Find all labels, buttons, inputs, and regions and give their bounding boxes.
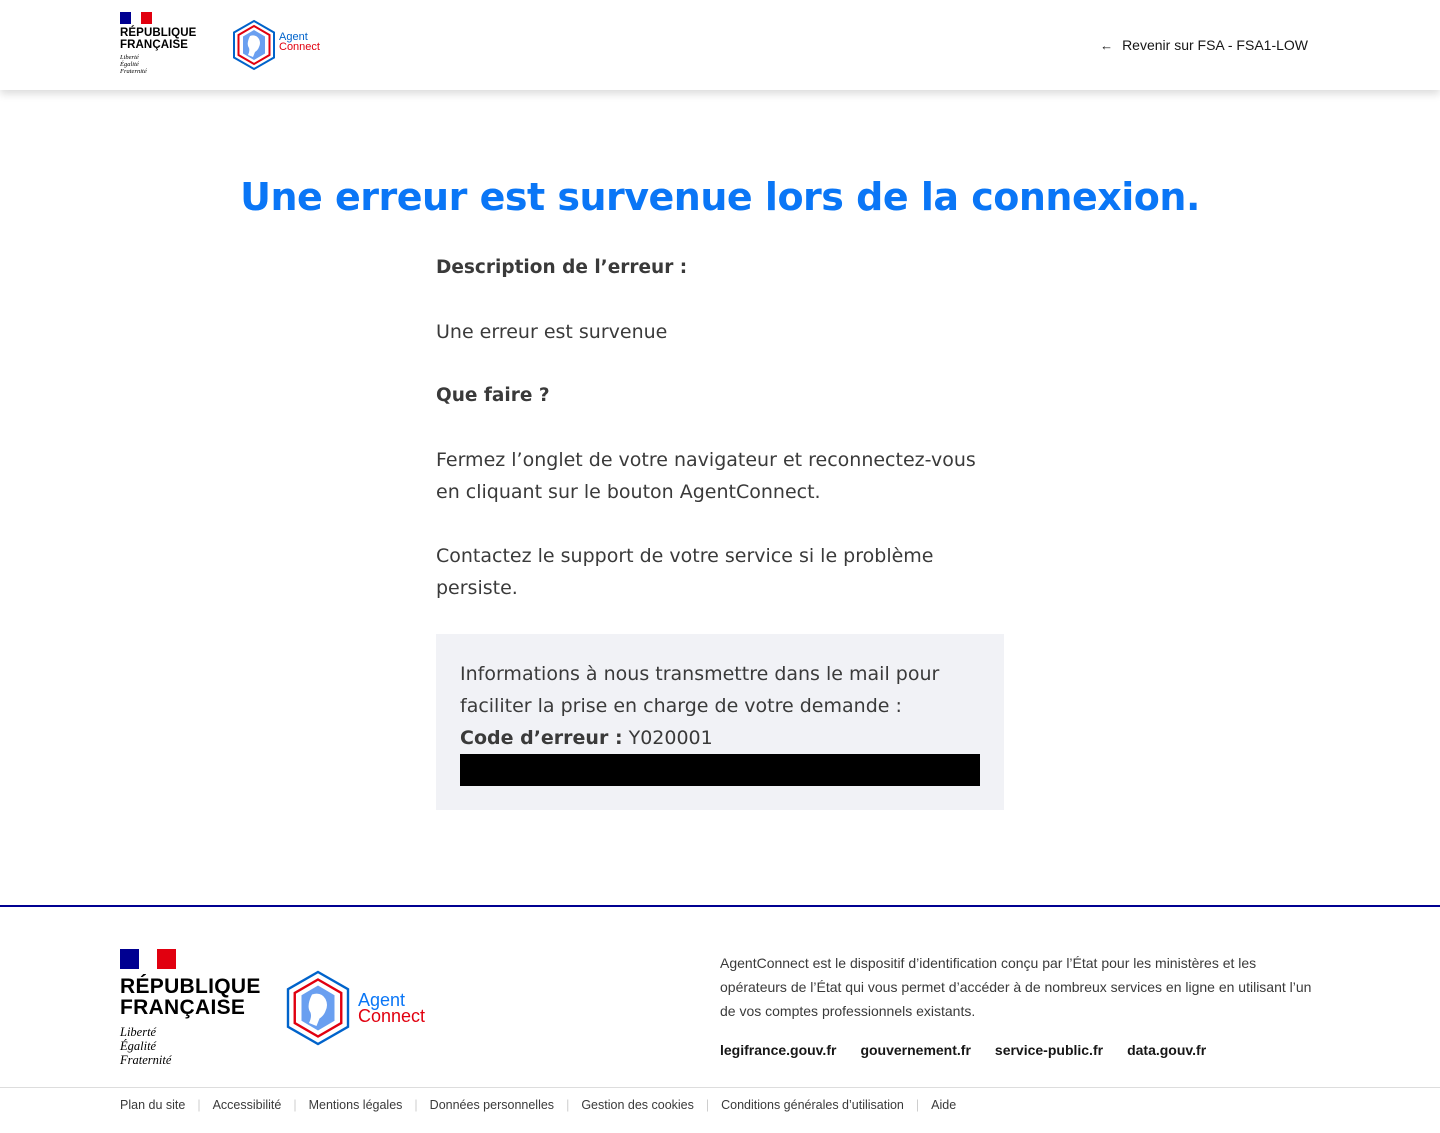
footer-flag-icon: [120, 949, 177, 969]
separator: |: [197, 1098, 201, 1112]
error-code-label: Code d’erreur :: [460, 727, 623, 749]
error-details: Description de l’erreur : Une erreur est…: [436, 252, 1004, 636]
link-gestion-cookies[interactable]: Gestion des cookies: [581, 1098, 694, 1112]
link-cgu[interactable]: Conditions générales d’utilisation: [721, 1098, 904, 1112]
agentconnect-wordmark: Agent Connect: [279, 32, 320, 53]
agentconnect-word-connect: Connect: [279, 41, 320, 53]
separator: |: [705, 1098, 710, 1112]
rf-line1: RÉPUBLIQUE: [120, 27, 197, 39]
footer-motto-fraternite: Fraternité: [120, 1053, 172, 1067]
rf-logo-text: RÉPUBLIQUE FRANÇAISE: [120, 27, 200, 51]
separator: |: [915, 1098, 920, 1112]
footer-republique-francaise-logo[interactable]: RÉPUBLIQUE FRANÇAISE Liberté Égalité Fra…: [120, 949, 260, 1069]
site-header: RÉPUBLIQUE FRANÇAISE Liberté Égalité Fra…: [0, 0, 1440, 90]
separator: |: [293, 1098, 297, 1112]
footer-bottom-links: Plan du site | Accessibilité | Mentions …: [120, 1098, 956, 1112]
footer-rf-line2: FRANÇAISE: [120, 996, 246, 1019]
flag-icon: [120, 12, 153, 24]
footer-external-links: legifrance.gouv.fr gouvernement.fr servi…: [720, 1042, 1206, 1058]
back-to-service-link[interactable]: ← Revenir sur FSA - FSA1-LOW: [1100, 37, 1308, 53]
footer-agentconnect-logo[interactable]: Agent Connect: [284, 969, 425, 1047]
footer-description: AgentConnect est le dispositif d’identif…: [720, 955, 1312, 1019]
error-code-value[interactable]: Y020001: [623, 727, 713, 749]
separator: |: [414, 1098, 418, 1112]
footer-agentconnect-wordmark: Agent Connect: [358, 991, 426, 1026]
footer-rf-motto: Liberté Égalité Fraternité: [120, 1025, 260, 1067]
motto-egalite: Égalité: [120, 61, 139, 68]
link-gouvernement[interactable]: gouvernement.fr: [860, 1042, 970, 1058]
separator: |: [566, 1098, 570, 1112]
action-heading: Que faire ?: [436, 385, 550, 406]
redacted-block: [460, 754, 980, 786]
motto-fraternite: Fraternité: [120, 68, 147, 75]
back-link-label: Revenir sur FSA - FSA1-LOW: [1122, 37, 1308, 53]
footer-motto-liberte: Liberté: [120, 1025, 157, 1039]
footer-rf-logo-text: RÉPUBLIQUE FRANÇAISE: [120, 976, 260, 1018]
agentconnect-logo[interactable]: Agent Connect: [232, 19, 320, 71]
site-footer: RÉPUBLIQUE FRANÇAISE Liberté Égalité Fra…: [0, 905, 1440, 1133]
link-service-public[interactable]: service-public.fr: [995, 1042, 1103, 1058]
footer-agentconnect-word-connect: Connect: [358, 1006, 426, 1026]
rf-line2: FRANÇAISE: [120, 39, 188, 51]
footer-rf-line1: RÉPUBLIQUE: [120, 975, 261, 998]
page-title: Une erreur est survenue lors de la conne…: [240, 175, 1200, 219]
link-donnees-personnelles[interactable]: Données personnelles: [430, 1098, 554, 1112]
motto-liberte: Liberté: [120, 54, 139, 61]
footer-agentconnect-hexagon-icon: [286, 970, 350, 1046]
error-code-line: Code d’erreur : Y020001: [460, 722, 980, 754]
action-text-close-tab: Fermez l’onglet de votre navigateur et r…: [436, 449, 976, 503]
description-text: Une erreur est survenue: [436, 321, 668, 343]
arrow-left-icon: ←: [1100, 37, 1114, 53]
republique-francaise-logo[interactable]: RÉPUBLIQUE FRANÇAISE Liberté Égalité Fra…: [120, 12, 200, 80]
error-info-box: Informations à nous transmettre dans le …: [436, 634, 1004, 810]
footer-bottom-bar: Plan du site | Accessibilité | Mentions …: [0, 1087, 1440, 1133]
link-data-gouv[interactable]: data.gouv.fr: [1127, 1042, 1206, 1058]
link-legifrance[interactable]: legifrance.gouv.fr: [720, 1042, 836, 1058]
action-text-contact-support: Contactez le support de votre service si…: [436, 545, 934, 599]
link-accessibilite[interactable]: Accessibilité: [213, 1098, 282, 1112]
main-content: Une erreur est survenue lors de la conne…: [0, 90, 1440, 905]
link-plan-du-site[interactable]: Plan du site: [120, 1098, 185, 1112]
info-box-text: Informations à nous transmettre dans le …: [460, 663, 940, 717]
link-aide[interactable]: Aide: [931, 1098, 956, 1112]
description-heading: Description de l’erreur :: [436, 257, 688, 278]
rf-motto: Liberté Égalité Fraternité: [120, 54, 200, 75]
footer-motto-egalite: Égalité: [120, 1039, 157, 1053]
link-mentions-legales[interactable]: Mentions légales: [309, 1098, 403, 1112]
agentconnect-hexagon-icon: [233, 19, 275, 71]
